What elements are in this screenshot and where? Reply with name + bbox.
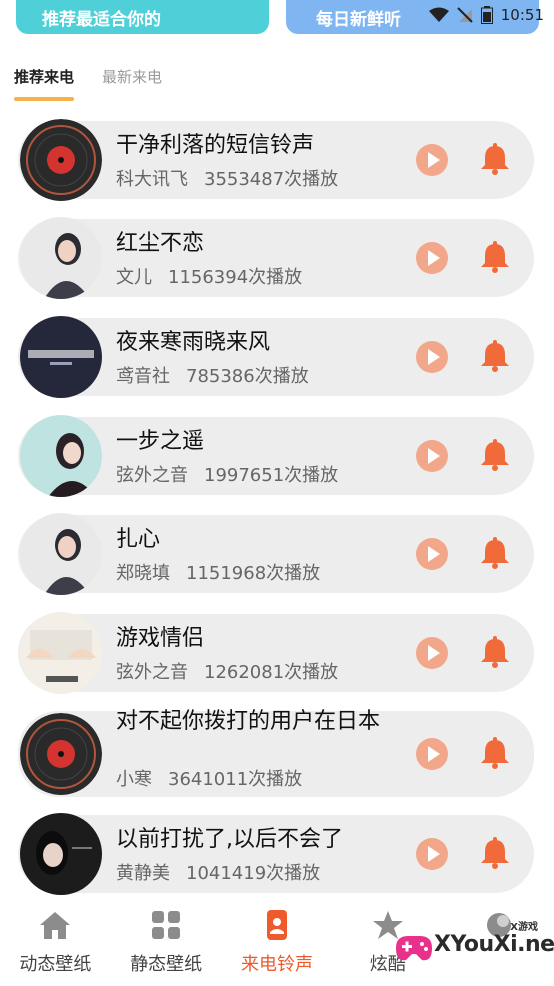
ringtone-title: 扎心 [116, 527, 161, 552]
set-ringtone-bell-icon[interactable] [480, 439, 510, 471]
play-button[interactable] [416, 242, 448, 274]
ringtone-artist: 科大讯飞 [116, 169, 188, 190]
home-icon [40, 912, 71, 939]
ringtone-item[interactable]: 干净利落的短信铃声科大讯飞 3553487次播放 [18, 119, 534, 201]
banner-recommend-label: 推荐最适合你的 [42, 10, 161, 30]
status-bar: 10:51 [428, 4, 544, 26]
play-button[interactable] [416, 538, 448, 570]
ringtone-cover [20, 612, 102, 694]
phone-icon [266, 910, 287, 940]
ringtone-play-count: 785386次播放 [186, 366, 309, 387]
ringtone-meta: 弦外之音 1262081次播放 [116, 658, 338, 684]
ringtone-cover [20, 415, 102, 497]
set-ringtone-bell-icon[interactable] [480, 837, 510, 869]
nav-ringtone[interactable]: 来电铃声 [222, 900, 333, 986]
ringtone-title: 一步之遥 [116, 429, 205, 454]
ringtone-meta: 科大讯飞 3553487次播放 [116, 165, 338, 191]
banner-recommend[interactable]: 推荐最适合你的 [16, 0, 269, 34]
ringtone-title: 红尘不恋 [116, 231, 205, 256]
ringtone-item[interactable]: 游戏情侣弦外之音 1262081次播放 [18, 612, 534, 694]
play-button[interactable] [416, 144, 448, 176]
play-button[interactable] [416, 838, 448, 870]
watermark-top-label: X游戏 [510, 922, 538, 933]
set-ringtone-bell-icon[interactable] [480, 241, 510, 273]
ringtone-artist: 郑晓填 [116, 563, 170, 584]
ringtone-title: 夜来寒雨晓来风 [116, 330, 271, 355]
banner-daily-label: 每日新鲜听 [316, 10, 401, 30]
gamepad-logo-icon [396, 936, 432, 961]
play-button[interactable] [416, 341, 448, 373]
ringtone-item[interactable]: 对不起你拨打的用户在日本小寒 3641011次播放 [18, 709, 534, 797]
ringtone-play-count: 1997651次播放 [204, 465, 339, 486]
grid-icon [152, 911, 181, 939]
ringtone-artist: 黄静美 [116, 863, 170, 884]
nav-static-wallpaper-label: 静态壁纸 [130, 954, 203, 975]
ringtone-play-count: 1156394次播放 [168, 267, 303, 288]
ringtone-play-count: 1151968次播放 [186, 563, 321, 584]
set-ringtone-bell-icon[interactable] [480, 636, 510, 668]
ringtone-meta: 黄静美 1041419次播放 [116, 859, 320, 885]
wifi-icon [428, 7, 449, 22]
tab-latest[interactable]: 最新来电 [102, 66, 162, 101]
play-button[interactable] [416, 738, 448, 770]
watermark-text: XYouXi.net [434, 932, 554, 957]
ringtone-item[interactable]: 红尘不恋文儿 1156394次播放 [18, 217, 534, 299]
ringtone-cover [20, 813, 102, 895]
tab-bar: 推荐来电 最新来电 [14, 66, 162, 101]
ringtone-play-count: 1262081次播放 [204, 662, 339, 683]
ringtone-meta: 鸢音社 785386次播放 [116, 362, 309, 388]
nav-ringtone-label: 来电铃声 [240, 954, 313, 975]
set-ringtone-bell-icon[interactable] [480, 737, 510, 769]
ringtone-title: 干净利落的短信铃声 [116, 133, 315, 158]
watermark: X游戏 XYouXi.net [392, 922, 554, 972]
ringtone-artist: 弦外之音 [116, 662, 188, 683]
ringtone-meta: 弦外之音 1997651次播放 [116, 461, 338, 487]
ringtone-cover [20, 513, 102, 595]
nav-static-wallpaper[interactable]: 静态壁纸 [111, 900, 222, 986]
tab-recommended[interactable]: 推荐来电 [14, 66, 75, 101]
play-button[interactable] [416, 637, 448, 669]
battery-icon [480, 6, 493, 24]
ringtone-play-count: 3553487次播放 [204, 169, 339, 190]
ringtone-play-count: 1041419次播放 [186, 863, 321, 884]
ringtone-artist: 弦外之音 [116, 465, 188, 486]
ringtone-cover [20, 316, 102, 398]
ringtone-cover [20, 217, 102, 299]
ringtone-title: 游戏情侣 [116, 626, 205, 651]
ringtone-meta: 小寒 3641011次播放 [116, 765, 302, 791]
ringtone-meta: 郑晓填 1151968次播放 [116, 559, 320, 585]
ringtone-item[interactable]: 一步之遥弦外之音 1997651次播放 [18, 415, 534, 497]
ringtone-artist: 鸢音社 [116, 366, 170, 387]
ringtone-item[interactable]: 夜来寒雨晓来风鸢音社 785386次播放 [18, 316, 534, 398]
ringtone-item[interactable]: 以前打扰了,以后不会了黄静美 1041419次播放 [18, 813, 534, 895]
ringtone-title: 以前打扰了,以后不会了 [116, 827, 343, 852]
ringtone-meta: 文儿 1156394次播放 [116, 263, 302, 289]
ringtone-cover [20, 713, 102, 795]
set-ringtone-bell-icon[interactable] [480, 143, 510, 175]
nav-live-wallpaper-label: 动态壁纸 [19, 954, 92, 975]
ringtone-play-count: 3641011次播放 [168, 769, 303, 790]
set-ringtone-bell-icon[interactable] [480, 340, 510, 372]
ringtone-cover [20, 119, 102, 201]
set-ringtone-bell-icon[interactable] [480, 537, 510, 569]
ringtone-title: 对不起你拨打的用户在日本 [116, 709, 381, 734]
status-time: 10:51 [500, 6, 544, 24]
no-sim-icon [457, 7, 473, 23]
ringtone-item[interactable]: 扎心郑晓填 1151968次播放 [18, 513, 534, 595]
ringtone-artist: 文儿 [116, 267, 152, 288]
nav-live-wallpaper[interactable]: 动态壁纸 [0, 900, 111, 986]
ringtone-artist: 小寒 [116, 769, 152, 790]
play-button[interactable] [416, 440, 448, 472]
